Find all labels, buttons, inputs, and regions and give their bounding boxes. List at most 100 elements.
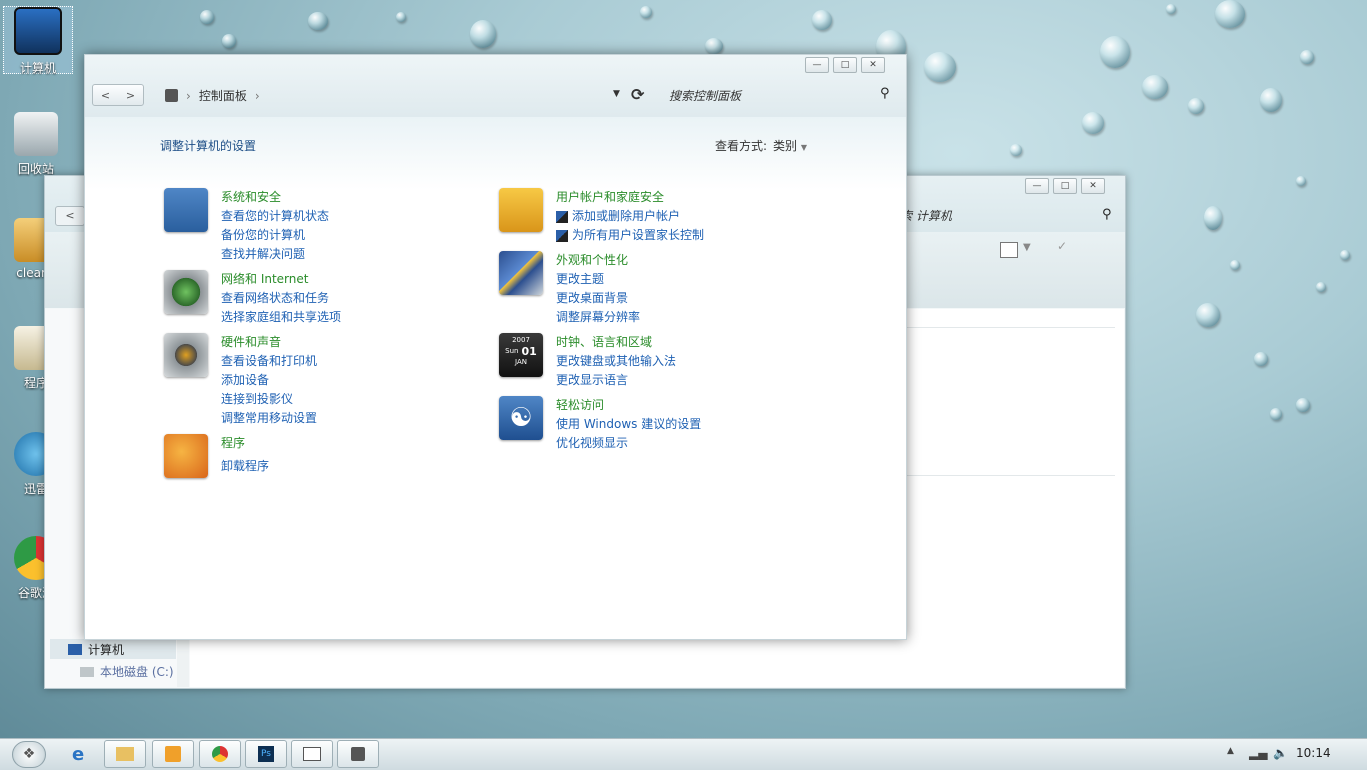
calendar-month: JAN bbox=[499, 358, 543, 367]
category-appearance: 外观和个性化 更改主题 更改桌面背景 调整屏幕分辨率 bbox=[499, 251, 640, 327]
search-input[interactable]: 搜索控制面板 bbox=[669, 87, 903, 107]
category-title[interactable]: 用户帐户和家庭安全 bbox=[556, 188, 704, 207]
category-link[interactable]: 调整屏幕分辨率 bbox=[556, 308, 640, 327]
category-link[interactable]: 查看您的计算机状态 bbox=[221, 207, 329, 226]
network-icon[interactable] bbox=[164, 270, 208, 314]
desktop-icon-computer[interactable]: 计算机 bbox=[3, 6, 73, 74]
computer-icon bbox=[68, 644, 82, 655]
programs-icon[interactable] bbox=[164, 434, 208, 478]
category-accessibility: ☯ 轻松访问 使用 Windows 建议的设置 优化视频显示 bbox=[499, 396, 701, 453]
category-link[interactable]: 卸载程序 bbox=[221, 457, 269, 476]
start-button[interactable]: ❖ bbox=[12, 741, 46, 768]
chevron-down-icon[interactable]: ▼ bbox=[1023, 242, 1031, 253]
category-link[interactable]: 选择家庭组和共享选项 bbox=[221, 308, 341, 327]
category-link[interactable]: 查看网络状态和任务 bbox=[221, 289, 341, 308]
category-link[interactable]: 为所有用户设置家长控制 bbox=[556, 226, 704, 245]
nav-item-label: 计算机 bbox=[88, 641, 124, 658]
close-button[interactable]: ✕ bbox=[861, 57, 885, 73]
minimize-button[interactable]: — bbox=[805, 57, 829, 73]
taskbar-window[interactable] bbox=[291, 740, 333, 768]
category-user-accounts: 用户帐户和家庭安全 添加或删除用户帐户 为所有用户设置家长控制 bbox=[499, 188, 704, 245]
system-security-icon[interactable] bbox=[164, 188, 208, 232]
category-link-text: 添加或删除用户帐户 bbox=[572, 207, 680, 226]
category-link[interactable]: 更改主题 bbox=[556, 270, 640, 289]
view-by-label: 查看方式: bbox=[715, 137, 767, 154]
nav-arrows: < > bbox=[92, 84, 144, 106]
view-by-select[interactable]: 类别 ▼ bbox=[773, 137, 807, 154]
computer-icon bbox=[14, 7, 62, 55]
taskbar-control-panel[interactable] bbox=[337, 740, 379, 768]
calendar-year: 2007 bbox=[499, 336, 543, 345]
desktop-icon-recycle-bin[interactable]: 回收站 bbox=[1, 112, 71, 177]
search-icon[interactable]: ⚲ bbox=[880, 86, 890, 101]
category-link[interactable]: 更改显示语言 bbox=[556, 371, 676, 390]
category-title[interactable]: 程序 bbox=[221, 434, 269, 453]
address-suffix: 索 计算机 bbox=[900, 207, 952, 224]
clock-icon[interactable]: 2007 Sun 01 JAN bbox=[499, 333, 543, 377]
media-player-icon bbox=[165, 746, 181, 762]
taskbar-photoshop[interactable]: Ps bbox=[245, 740, 287, 768]
category-link[interactable]: 添加设备 bbox=[221, 371, 317, 390]
category-link[interactable]: 使用 Windows 建议的设置 bbox=[556, 415, 701, 434]
ie-icon[interactable]: e bbox=[72, 744, 84, 765]
tray-show-hidden-icon[interactable]: ▲ bbox=[1227, 746, 1234, 756]
view-by-value: 类别 bbox=[773, 139, 797, 153]
control-panel-window[interactable]: — □ ✕ < > › 控制面板 › ▼ ⟳ 搜索控制面板 ⚲ 调整计算机的设置… bbox=[84, 54, 907, 640]
category-clock-language: 2007 Sun 01 JAN 时钟、语言和区域 更改键盘或其他输入法 更改显示… bbox=[499, 333, 676, 390]
category-title[interactable]: 轻松访问 bbox=[556, 396, 701, 415]
taskbar-media-player[interactable] bbox=[152, 740, 194, 768]
address-dropdown-icon[interactable]: ▼ bbox=[613, 89, 620, 99]
category-link[interactable]: 添加或删除用户帐户 bbox=[556, 207, 704, 226]
category-title[interactable]: 网络和 Internet bbox=[221, 270, 341, 289]
taskbar-explorer[interactable] bbox=[104, 740, 146, 768]
users-icon[interactable] bbox=[499, 188, 543, 232]
category-link[interactable]: 调整常用移动设置 bbox=[221, 409, 317, 428]
category-link[interactable]: 更改键盘或其他输入法 bbox=[556, 352, 676, 371]
category-link[interactable]: 更改桌面背景 bbox=[556, 289, 640, 308]
category-link[interactable]: 优化视频显示 bbox=[556, 434, 701, 453]
hardware-sound-icon[interactable] bbox=[164, 333, 208, 377]
nav-item-computer[interactable]: 计算机 bbox=[50, 639, 176, 659]
forward-arrow-icon[interactable]: > bbox=[126, 89, 135, 102]
breadcrumb[interactable]: › 控制面板 › bbox=[165, 87, 260, 104]
category-title[interactable]: 硬件和声音 bbox=[221, 333, 317, 352]
breadcrumb-separator-icon[interactable]: › bbox=[186, 89, 191, 103]
recycle-bin-icon bbox=[14, 112, 58, 156]
network-signal-icon[interactable]: ▂▄ bbox=[1249, 746, 1267, 760]
breadcrumb-root[interactable]: 控制面板 bbox=[199, 87, 247, 104]
category-title[interactable]: 系统和安全 bbox=[221, 188, 329, 207]
nav-item-local-disk[interactable]: 本地磁盘 (C:) bbox=[80, 663, 174, 680]
search-icon[interactable]: ⚲ bbox=[1102, 207, 1112, 222]
minimize-button[interactable]: — bbox=[1025, 178, 1049, 194]
back-arrow-icon[interactable]: < bbox=[101, 89, 110, 102]
category-system-security: 系统和安全 查看您的计算机状态 备份您的计算机 查找并解决问题 bbox=[164, 188, 329, 264]
accessibility-icon[interactable]: ☯ bbox=[499, 396, 543, 440]
window-icon bbox=[303, 747, 321, 761]
view-options-icon[interactable] bbox=[1000, 242, 1018, 258]
back-nav-button[interactable]: < bbox=[55, 206, 85, 226]
volume-icon[interactable]: 🔈 bbox=[1273, 746, 1288, 760]
category-hardware-sound: 硬件和声音 查看设备和打印机 添加设备 连接到投影仪 调整常用移动设置 bbox=[164, 333, 317, 428]
maximize-button[interactable]: □ bbox=[1053, 178, 1077, 194]
clock[interactable]: 10:14 bbox=[1296, 746, 1331, 760]
appearance-icon[interactable] bbox=[499, 251, 543, 295]
maximize-button[interactable]: □ bbox=[833, 57, 857, 73]
check-icon[interactable]: ✓ bbox=[1057, 239, 1067, 253]
chevron-down-icon: ▼ bbox=[801, 143, 807, 152]
category-network: 网络和 Internet 查看网络状态和任务 选择家庭组和共享选项 bbox=[164, 270, 341, 327]
taskbar-chrome[interactable] bbox=[199, 740, 241, 768]
drive-icon bbox=[80, 667, 94, 677]
breadcrumb-separator-icon[interactable]: › bbox=[255, 89, 260, 103]
category-link[interactable]: 查看设备和打印机 bbox=[221, 352, 317, 371]
close-button[interactable]: ✕ bbox=[1081, 178, 1105, 194]
category-link[interactable]: 查找并解决问题 bbox=[221, 245, 329, 264]
category-link[interactable]: 连接到投影仪 bbox=[221, 390, 317, 409]
page-title: 调整计算机的设置 bbox=[160, 137, 256, 154]
control-panel-header: — □ ✕ < > › 控制面板 › ▼ ⟳ 搜索控制面板 ⚲ bbox=[85, 55, 906, 117]
refresh-icon[interactable]: ⟳ bbox=[631, 85, 644, 104]
category-link[interactable]: 备份您的计算机 bbox=[221, 226, 329, 245]
category-title[interactable]: 外观和个性化 bbox=[556, 251, 640, 270]
category-link-text: 为所有用户设置家长控制 bbox=[572, 226, 704, 245]
category-title[interactable]: 时钟、语言和区域 bbox=[556, 333, 676, 352]
computer-window-controls: — □ ✕ bbox=[1025, 178, 1105, 194]
